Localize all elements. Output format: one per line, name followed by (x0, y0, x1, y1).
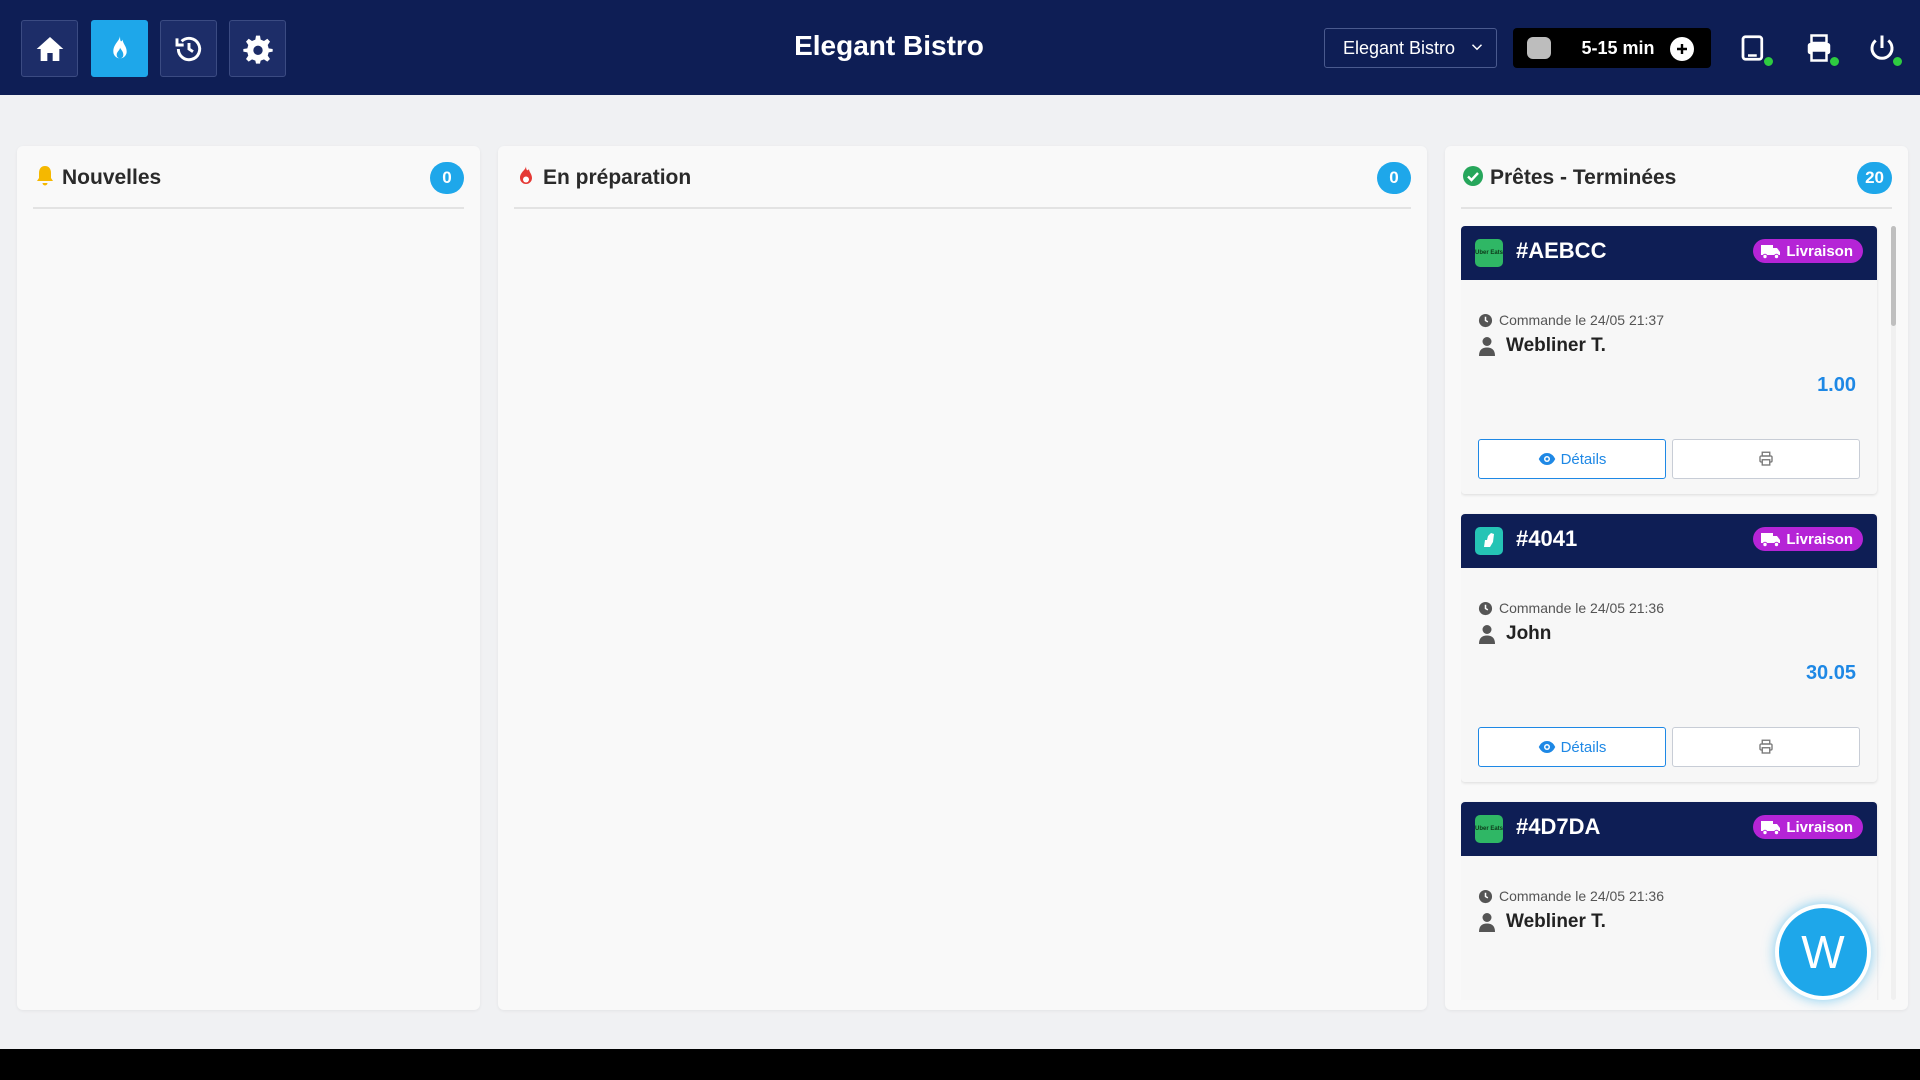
restaurant-select-value: Elegant Bistro (1343, 37, 1456, 58)
order-timestamp: Commande le 24/05 21:36 (1478, 888, 1664, 904)
power-online-indicator (1892, 56, 1903, 67)
page-title: Elegant Bistro (794, 30, 984, 61)
chevron-down-icon (1471, 44, 1483, 51)
eye-icon (1538, 453, 1555, 465)
prep-time-label: 5-15 min (1581, 38, 1655, 58)
eye-icon (1538, 741, 1555, 753)
delivery-badge: Livraison (1753, 815, 1863, 839)
truck-icon (1761, 532, 1781, 547)
orders-scrollbar-thumb[interactable] (1891, 226, 1896, 326)
user-icon (1479, 913, 1495, 932)
customer-name: Webliner T. (1478, 911, 1606, 933)
power-button[interactable] (1867, 33, 1903, 67)
clock-icon (1478, 313, 1493, 327)
prep-time-control: 5-15 min (1513, 28, 1711, 68)
user-icon (1479, 337, 1495, 356)
chat-launcher-button[interactable]: W (1775, 904, 1871, 1000)
flame-icon (520, 166, 532, 184)
check-circle-icon (1463, 166, 1483, 186)
column-ready-header: Prêtes - Terminées 20 (1461, 146, 1892, 209)
tablet-online-indicator (1763, 56, 1774, 67)
order-total: 1.00 (1817, 374, 1856, 396)
column-new-orders: Nouvelles 0 (17, 146, 480, 1010)
kangaroo-icon (1484, 533, 1494, 547)
column-ready-count-badge: 20 (1857, 162, 1892, 194)
uber-eats-logo-icon: Uber Eats (1475, 239, 1503, 267)
order-id: #4D7DA (1516, 814, 1601, 839)
details-button[interactable]: Détails (1478, 727, 1666, 767)
column-new-title: Nouvelles (62, 166, 162, 189)
column-ready-title: Prêtes - Terminées (1490, 166, 1677, 189)
truck-icon (1761, 820, 1781, 835)
top-bar: Elegant Bistro Elegant Bistro 5-15 min (0, 0, 1920, 95)
order-card-header: #4041 Livraison (1461, 514, 1877, 568)
clock-icon (1478, 889, 1493, 903)
increase-prep-time-button[interactable] (1670, 37, 1694, 61)
column-new-count-badge: 0 (430, 162, 464, 194)
restaurant-select[interactable]: Elegant Bistro (1324, 28, 1497, 68)
orders-scrollbar[interactable] (1891, 226, 1896, 1000)
printer-icon (1759, 739, 1773, 754)
order-timestamp: Commande le 24/05 21:36 (1478, 600, 1664, 616)
print-order-button[interactable] (1672, 727, 1860, 767)
bell-icon (37, 166, 53, 186)
ready-orders-list[interactable]: Uber Eats #AEBCC Livraison Commande le 2… (1461, 226, 1887, 1000)
truck-icon (1761, 244, 1781, 259)
printer-online-indicator (1829, 56, 1840, 67)
bottom-strip (0, 1049, 1920, 1080)
user-icon (1479, 625, 1495, 644)
column-preparing-title: En préparation (543, 166, 692, 189)
order-id: #4041 (1516, 526, 1578, 551)
clock-icon (1478, 601, 1493, 615)
printer-status-button[interactable] (1804, 33, 1840, 67)
column-preparing-orders: En préparation 0 (498, 146, 1427, 1010)
order-id: #AEBCC (1516, 238, 1607, 263)
column-new-header: Nouvelles 0 (33, 146, 464, 209)
customer-name: John (1478, 623, 1551, 645)
deliveroo-logo-icon (1475, 527, 1503, 555)
customer-name: Webliner T. (1478, 335, 1606, 357)
order-card-header: Uber Eats #AEBCC Livraison (1461, 226, 1877, 280)
order-card[interactable]: #4041 Livraison Commande le 24/05 21:36 … (1461, 514, 1877, 782)
tablet-status-button[interactable] (1738, 33, 1774, 67)
order-card[interactable]: Uber Eats #AEBCC Livraison Commande le 2… (1461, 226, 1877, 494)
plus-icon (1677, 44, 1687, 54)
delivery-badge: Livraison (1753, 239, 1863, 263)
uber-eats-logo-icon: Uber Eats (1475, 815, 1503, 843)
delivery-badge: Livraison (1753, 527, 1863, 551)
column-ready-orders: Prêtes - Terminées 20 Uber Eats #AEBCC L… (1445, 146, 1908, 1010)
order-timestamp: Commande le 24/05 21:37 (1478, 312, 1664, 328)
order-total: 30.05 (1805, 662, 1856, 684)
prep-time-toggle[interactable] (1527, 37, 1551, 59)
printer-icon (1759, 451, 1773, 466)
print-order-button[interactable] (1672, 439, 1860, 479)
details-button[interactable]: Détails (1478, 439, 1666, 479)
column-preparing-header: En préparation 0 (514, 146, 1411, 209)
column-preparing-count-badge: 0 (1377, 162, 1411, 194)
order-card-header: Uber Eats #4D7DA Livraison (1461, 802, 1877, 856)
